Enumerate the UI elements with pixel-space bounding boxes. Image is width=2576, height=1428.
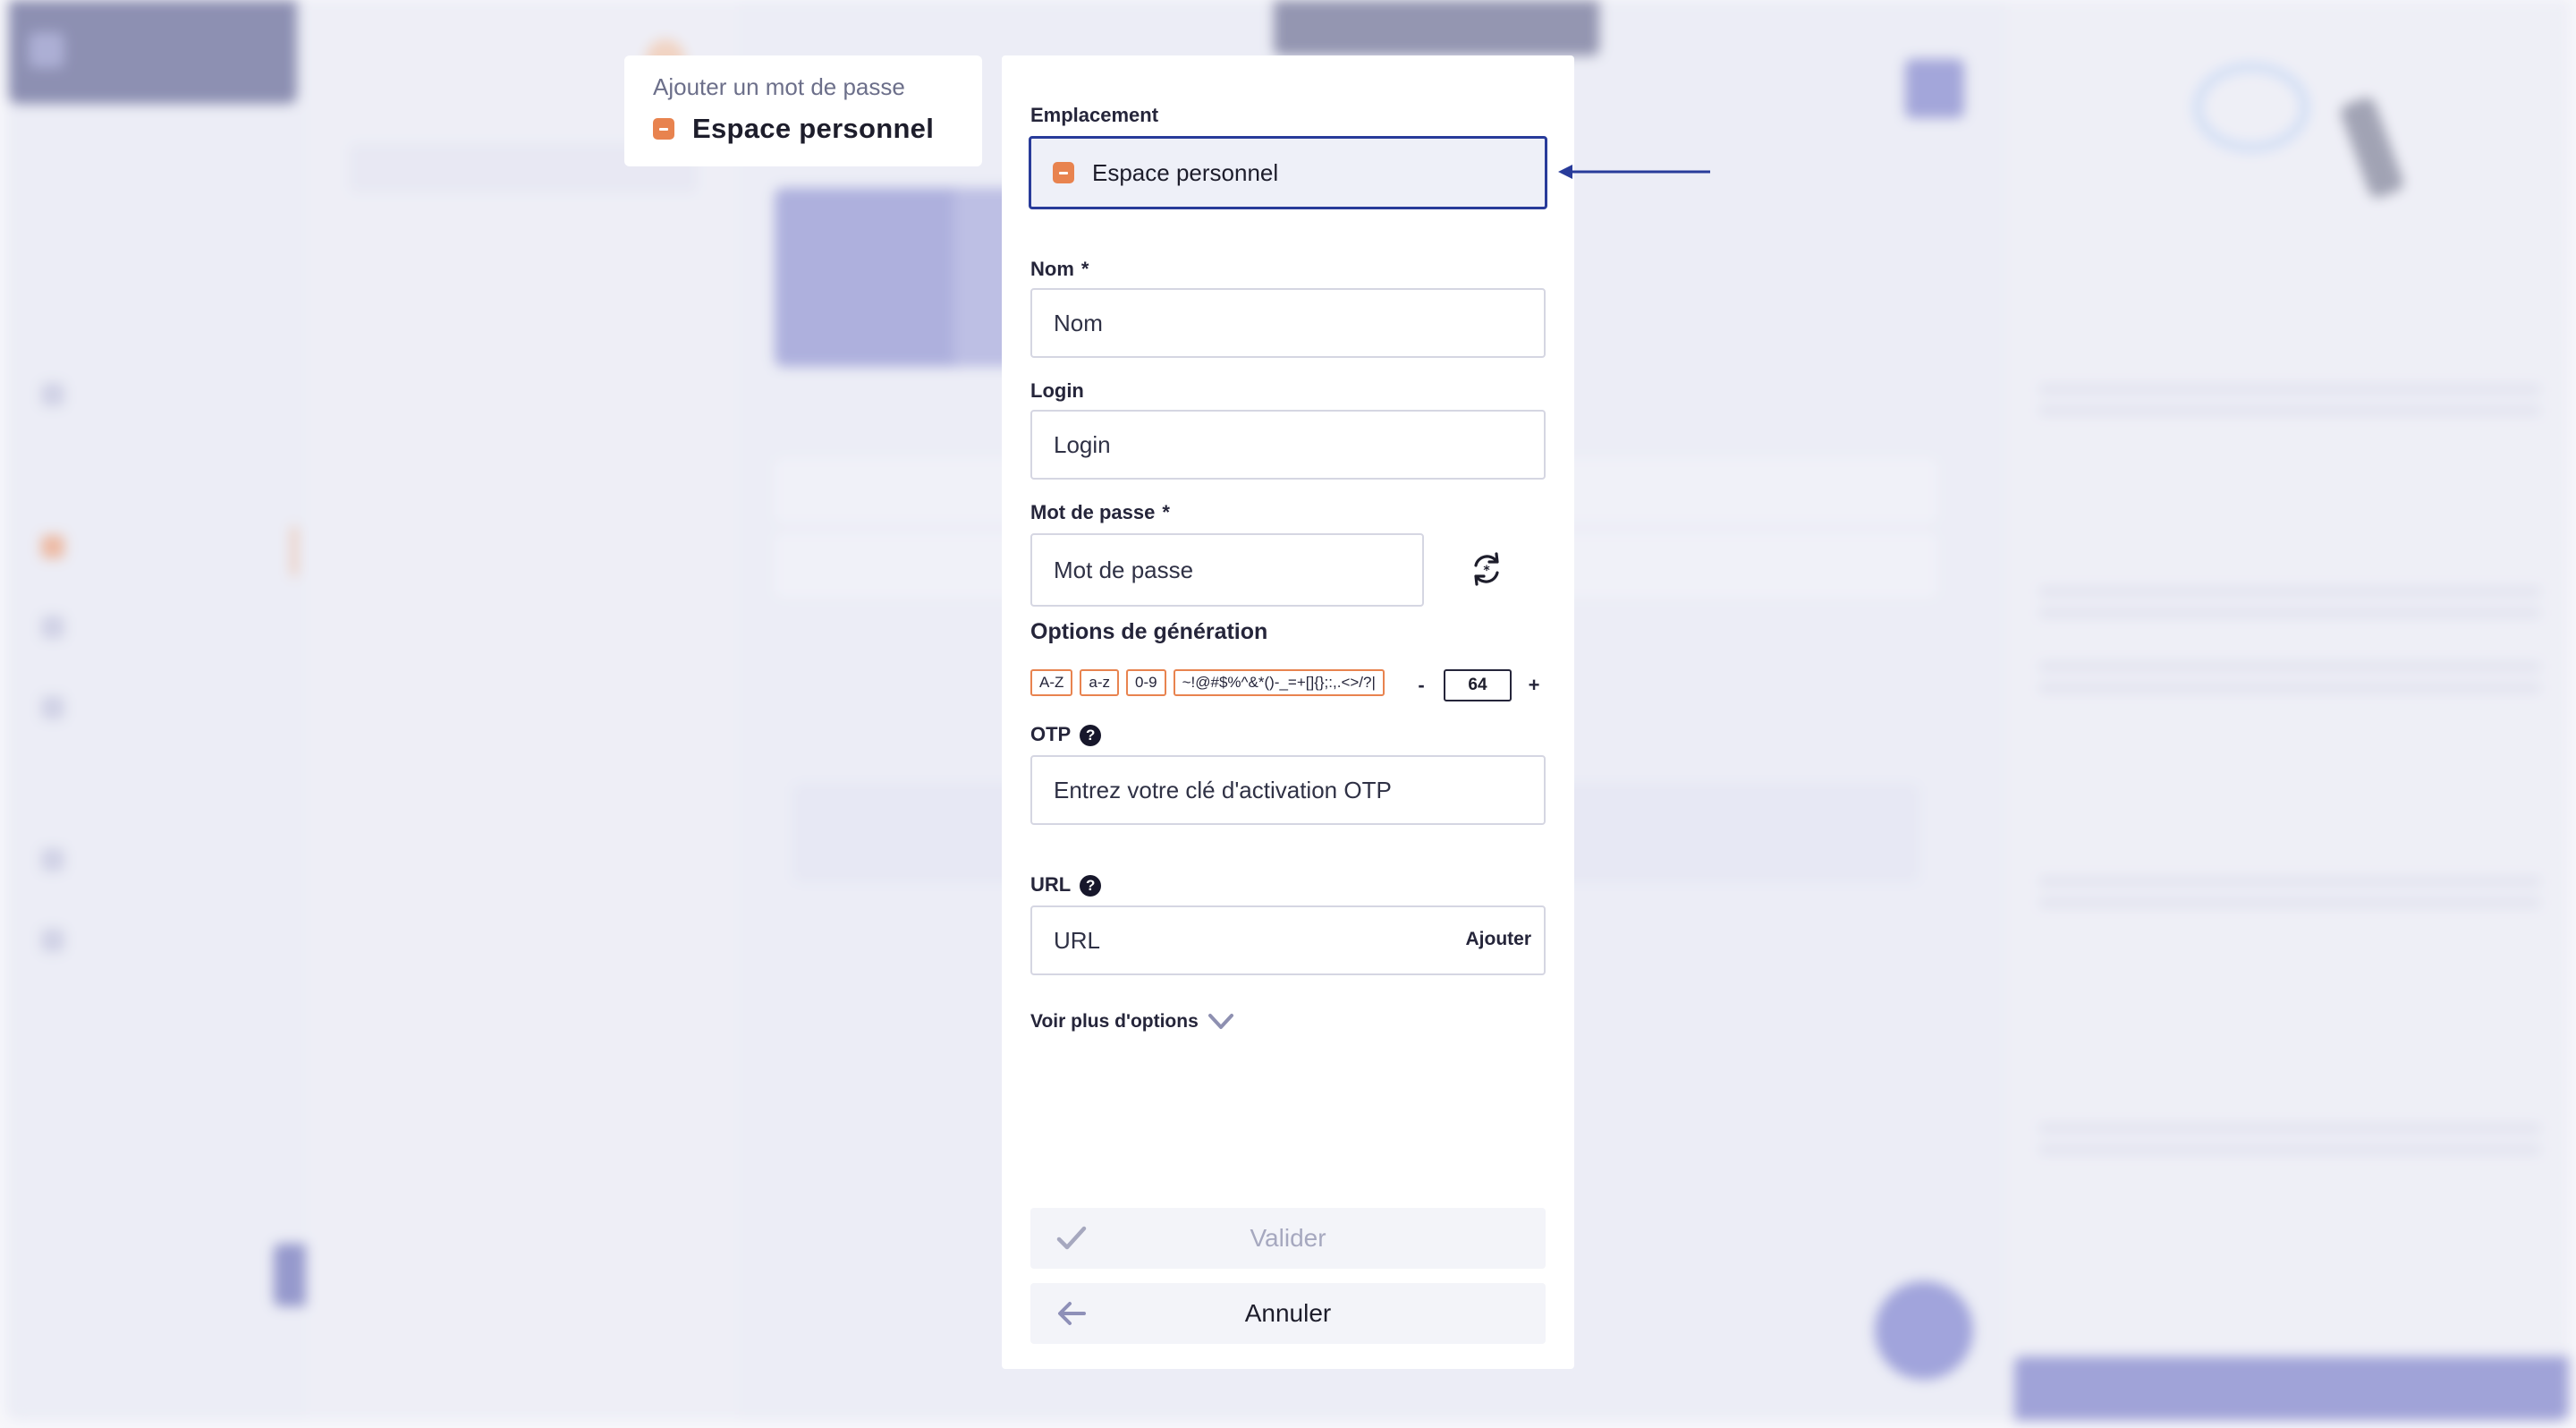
password-input[interactable]: Mot de passe xyxy=(1030,533,1424,607)
chip-symbols[interactable]: ~!@#$%^&*()-_=+[]{};:,.<>/?| xyxy=(1173,669,1385,696)
generation-options-title: Options de génération xyxy=(1030,619,1268,644)
more-options-label: Voir plus d'options xyxy=(1030,1011,1199,1032)
url-input-placeholder: URL xyxy=(1054,926,1101,954)
breadcrumb-location: Espace personnel xyxy=(653,113,934,145)
url-input[interactable]: URL Ajouter xyxy=(1030,905,1546,975)
password-input-placeholder: Mot de passe xyxy=(1054,556,1194,583)
url-label-text: URL xyxy=(1030,873,1072,896)
more-options-toggle[interactable]: Voir plus d'options xyxy=(1030,1011,1234,1033)
otp-label: OTP? xyxy=(1030,723,1102,747)
length-decrement-button[interactable]: - xyxy=(1408,674,1435,697)
chip-lowercase[interactable]: a-z xyxy=(1080,669,1120,696)
breadcrumb-title: Ajouter un mot de passe xyxy=(653,73,905,100)
arrow-left-icon xyxy=(1058,1302,1086,1325)
validate-button[interactable]: Valider xyxy=(1030,1208,1546,1269)
svg-text:*: * xyxy=(1483,564,1490,578)
login-input[interactable]: Login xyxy=(1030,410,1546,480)
otp-input-placeholder: Entrez votre clé d'activation OTP xyxy=(1054,776,1392,803)
check-icon xyxy=(1056,1226,1087,1250)
add-password-form: Emplacement Espace personnel Nom * Nom Lo… xyxy=(1002,55,1574,1369)
password-label: Mot de passe * xyxy=(1030,501,1170,524)
otp-label-text: OTP xyxy=(1030,723,1072,745)
help-icon[interactable]: ? xyxy=(1080,875,1102,897)
login-label: Login xyxy=(1030,379,1084,402)
length-input[interactable]: 64 xyxy=(1444,669,1512,701)
pointer-arrow xyxy=(1558,165,1710,179)
name-label-text: Nom xyxy=(1030,258,1074,280)
required-mark: * xyxy=(1162,501,1170,523)
regenerate-icon[interactable]: * xyxy=(1463,546,1510,592)
length-increment-button[interactable]: + xyxy=(1521,674,1547,697)
breadcrumb-card: Ajouter un mot de passe Espace personnel xyxy=(624,55,982,166)
url-label: URL? xyxy=(1030,873,1102,897)
location-select-value: Espace personnel xyxy=(1092,158,1279,186)
generation-chips: A-Z a-z 0-9 ~!@#$%^&*()-_=+[]{};:,.<>/?| xyxy=(1030,669,1385,696)
cancel-label: Annuler xyxy=(1244,1299,1332,1327)
help-icon[interactable]: ? xyxy=(1080,725,1102,747)
chevron-down-icon xyxy=(1208,1014,1233,1029)
space-icon xyxy=(1053,162,1074,183)
location-label: Emplacement xyxy=(1030,104,1159,126)
otp-input[interactable]: Entrez votre clé d'activation OTP xyxy=(1030,755,1546,825)
chip-digits[interactable]: 0-9 xyxy=(1126,669,1166,696)
required-mark: * xyxy=(1080,258,1089,280)
space-icon xyxy=(653,118,674,140)
chip-uppercase[interactable]: A-Z xyxy=(1030,669,1073,696)
breadcrumb-location-label: Espace personnel xyxy=(692,113,935,144)
name-label: Nom * xyxy=(1030,258,1089,281)
name-input-placeholder: Nom xyxy=(1054,309,1103,336)
password-label-text: Mot de passe xyxy=(1030,501,1156,523)
validate-label: Valider xyxy=(1250,1224,1326,1252)
location-select[interactable]: Espace personnel xyxy=(1029,136,1547,209)
length-stepper: - 64 + xyxy=(1408,669,1547,701)
name-input[interactable]: Nom xyxy=(1030,288,1546,358)
url-add-button[interactable]: Ajouter xyxy=(1466,929,1532,950)
login-input-placeholder: Login xyxy=(1054,430,1111,458)
cancel-button[interactable]: Annuler xyxy=(1030,1283,1546,1344)
